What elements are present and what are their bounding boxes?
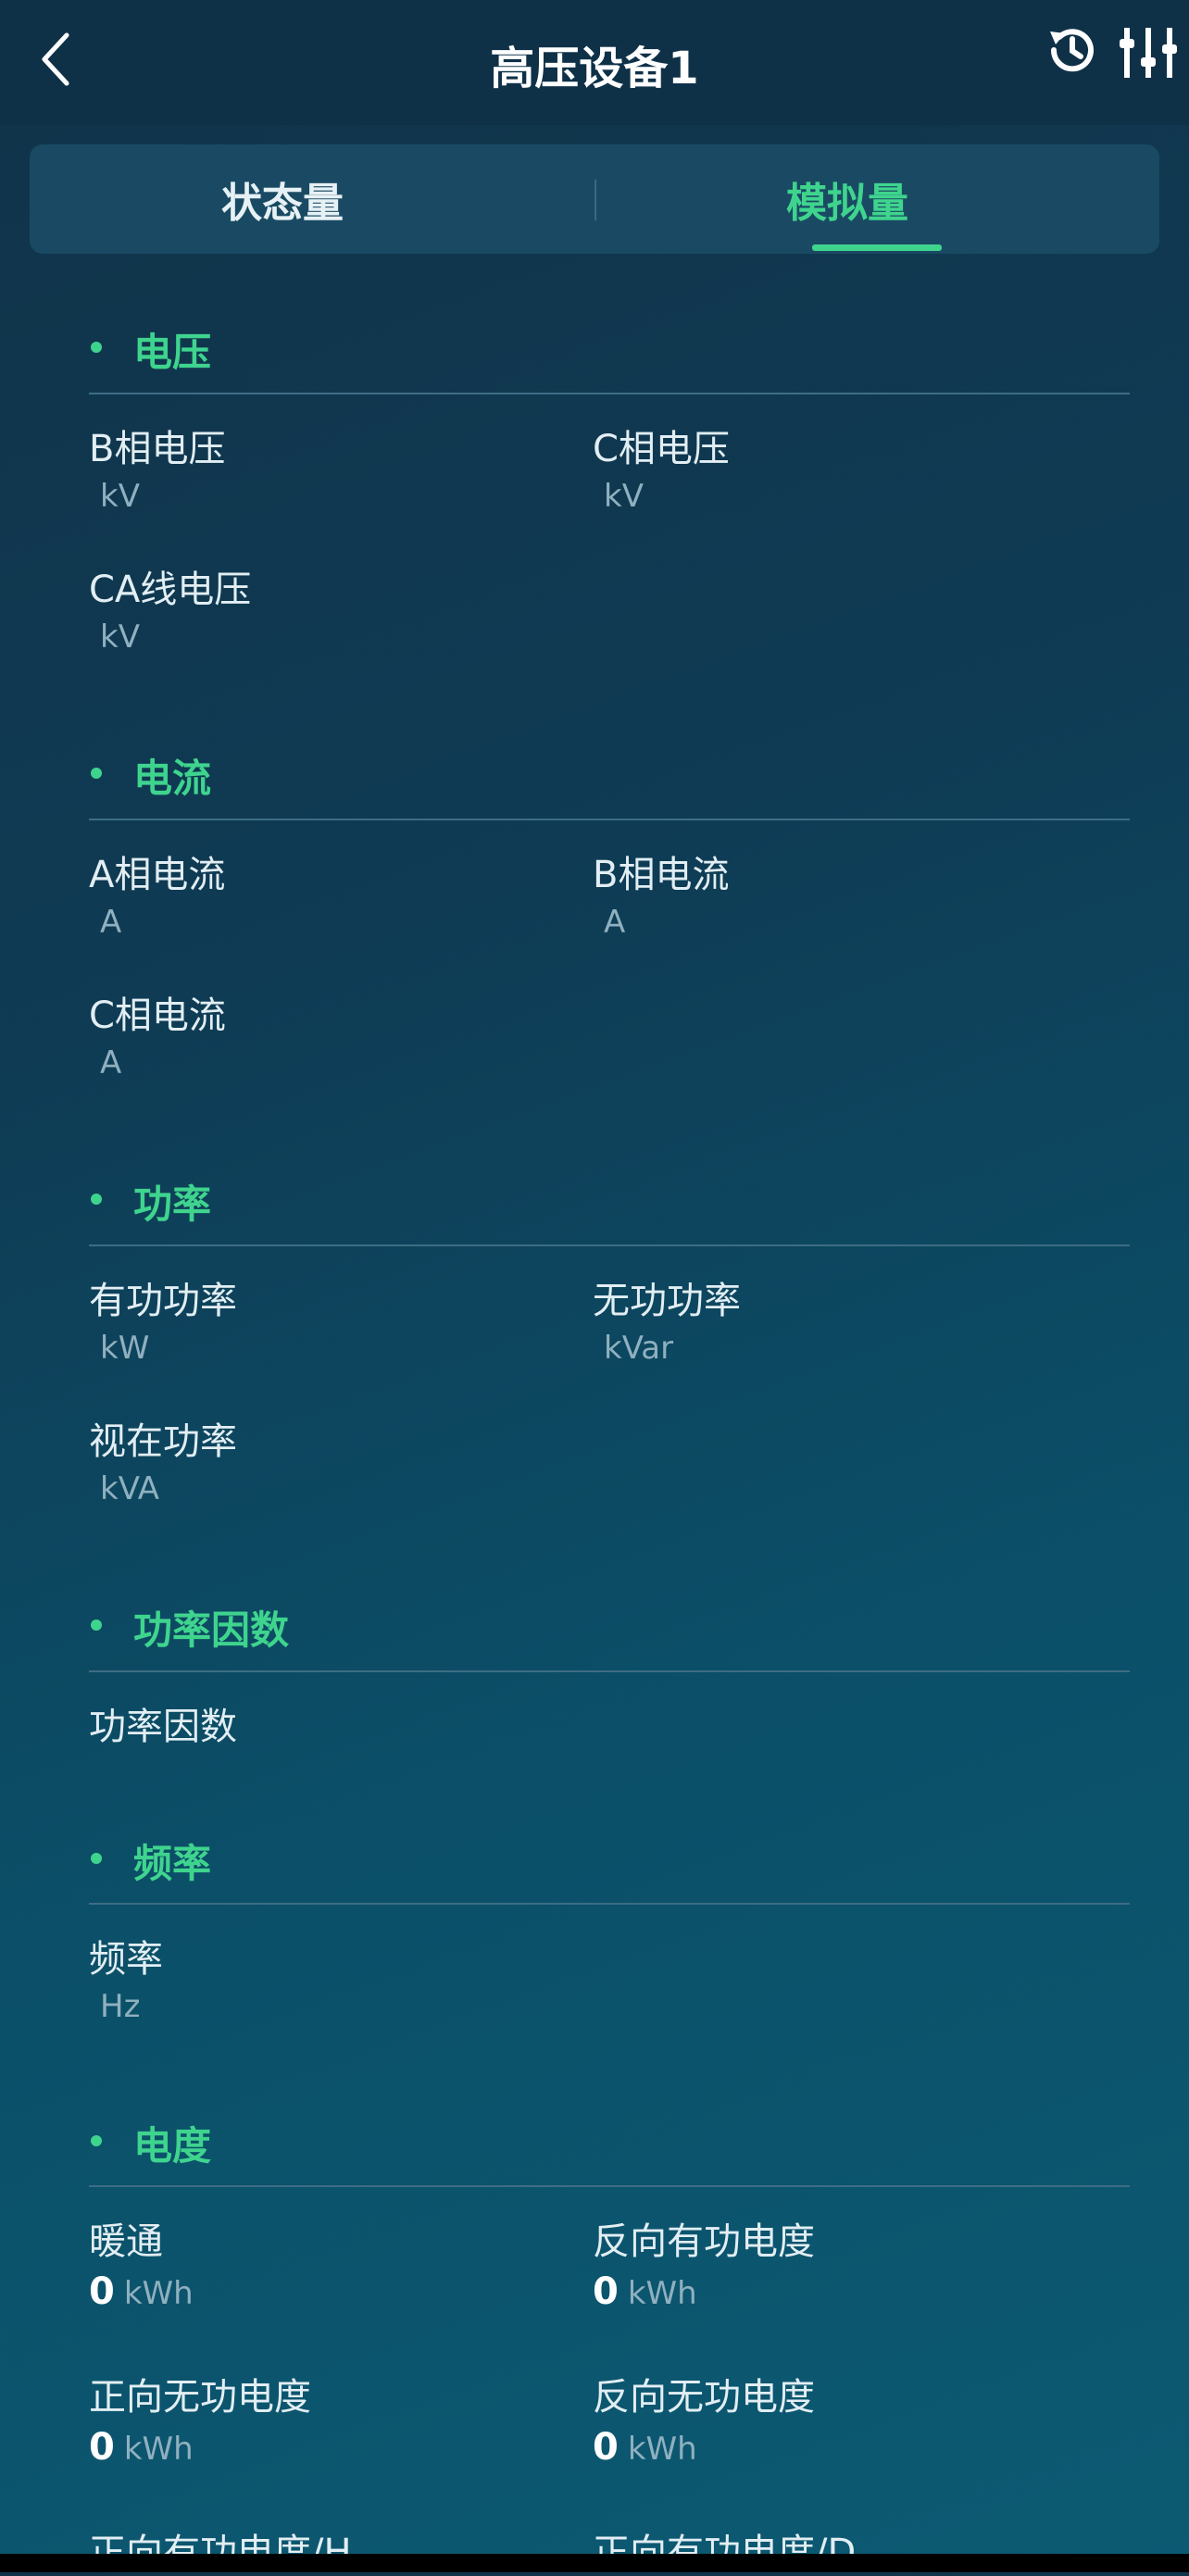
field-label: 无功功率 xyxy=(593,1280,741,1322)
history-button[interactable] xyxy=(1043,20,1102,80)
field-label: 频率 xyxy=(89,1938,163,1981)
field-unit: kV xyxy=(100,619,140,656)
divider xyxy=(89,1670,1130,1672)
divider xyxy=(89,1903,1130,1905)
section-title-voltage: 电压 xyxy=(133,330,212,375)
section-title-power-factor: 功率因数 xyxy=(133,1607,290,1653)
field-label: B相电压 xyxy=(89,428,226,470)
field-unit: kW xyxy=(100,1330,150,1367)
field-value: 0 kWh xyxy=(593,2426,697,2469)
active-tab-indicator xyxy=(812,244,942,251)
tab-bar: 状态量 模拟量 xyxy=(30,144,1159,254)
tab-status-label: 状态量 xyxy=(221,180,344,227)
section-title-current: 电流 xyxy=(133,756,212,801)
field-label: 暖通 xyxy=(89,2220,163,2263)
field-value: 0 kWh xyxy=(89,2426,194,2469)
history-clock-icon xyxy=(1050,29,1094,72)
tab-status[interactable]: 状态量 xyxy=(30,144,594,254)
sliders-icon xyxy=(1120,28,1177,78)
divider xyxy=(89,2185,1130,2187)
field-unit: A xyxy=(604,904,626,941)
section-title-energy: 电度 xyxy=(133,2123,212,2169)
filter-settings-button[interactable] xyxy=(1116,20,1181,85)
field-unit: A xyxy=(100,1044,122,1082)
section-bullet xyxy=(91,1853,102,1864)
field-unit: Hz xyxy=(100,1988,141,2025)
tab-analog-label: 模拟量 xyxy=(786,180,908,227)
section-bullet xyxy=(91,1194,102,1205)
field-label: 视在功率 xyxy=(89,1420,237,1463)
divider xyxy=(89,393,1130,394)
field-label: 反向有功电度 xyxy=(593,2220,815,2263)
field-value: 0 kWh xyxy=(89,2270,194,2313)
field-label: 反向无功电度 xyxy=(593,2376,815,2419)
field-label: CA线电压 xyxy=(89,569,252,611)
bottom-edge xyxy=(0,2554,1189,2572)
field-label: 有功功率 xyxy=(89,1280,237,1322)
field-label: A相电流 xyxy=(89,854,226,896)
section-bullet xyxy=(91,1619,102,1631)
field-unit: A xyxy=(100,904,122,941)
section-bullet xyxy=(91,768,102,779)
divider xyxy=(89,819,1130,820)
page-title: 高压设备1 xyxy=(490,43,699,94)
field-label: 功率因数 xyxy=(89,1706,237,1748)
section-title-power: 功率 xyxy=(133,1182,212,1227)
section-bullet xyxy=(91,342,102,353)
top-app-bar: 高压设备1 xyxy=(0,0,1189,125)
section-bullet xyxy=(91,2135,102,2146)
field-unit: kV xyxy=(604,478,644,515)
field-value: 0 kWh xyxy=(593,2270,697,2313)
field-unit: kV xyxy=(100,478,140,515)
tab-analog[interactable]: 模拟量 xyxy=(594,144,1159,254)
field-label: 正向无功电度 xyxy=(89,2376,311,2419)
field-label: C相电压 xyxy=(593,428,730,470)
field-label: C相电流 xyxy=(89,994,226,1037)
section-title-frequency: 频率 xyxy=(133,1841,212,1886)
field-label: B相电流 xyxy=(593,854,730,896)
field-unit: kVA xyxy=(100,1470,160,1507)
divider xyxy=(89,1244,1130,1246)
field-unit: kVar xyxy=(604,1330,674,1367)
